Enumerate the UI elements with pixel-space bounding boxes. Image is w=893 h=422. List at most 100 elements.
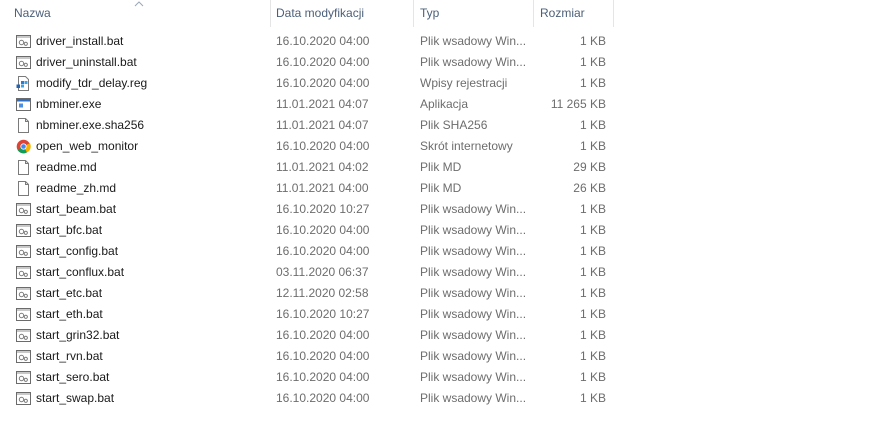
file-row[interactable]: nbminer.exe 11.01.2021 04:07 Aplikacja 11 2… — [0, 94, 620, 115]
column-header-size[interactable]: Rozmiar — [540, 0, 610, 27]
file-size: 1 KB — [579, 76, 606, 90]
file-row[interactable]: start_beam.bat 16.10.2020 10:27 Plik wsado… — [0, 199, 620, 220]
file-name: modify_tdr_delay.reg — [36, 76, 148, 90]
file-size: 29 KB — [573, 160, 606, 174]
file-size: 1 KB — [579, 328, 606, 342]
file-row[interactable]: start_bfc.bat 16.10.2020 04:00 Plik wsadow… — [0, 220, 620, 241]
file-size: 1 KB — [579, 391, 606, 405]
file-name: start_swap.bat — [36, 391, 115, 405]
file-date-modified: 12.11.2020 02:58 — [276, 286, 369, 300]
file-name: start_bfc.bat — [36, 223, 103, 237]
file-name: start_etc.bat — [36, 286, 103, 300]
column-divider[interactable] — [533, 0, 534, 27]
file-list: driver_install.bat 16.10.2020 04:00 Plik w… — [0, 31, 893, 409]
file-type: Plik wsadowy Win... — [420, 391, 527, 405]
file-name: start_beam.bat — [36, 202, 117, 216]
file-row[interactable]: readme.md 11.01.2021 04:02 Plik MD 29 KB — [0, 157, 620, 178]
file-row[interactable]: start_eth.bat 16.10.2020 10:27 Plik wsadow… — [0, 304, 620, 325]
file-row[interactable]: start_sero.bat 16.10.2020 04:00 Plik wsado… — [0, 367, 620, 388]
file-size: 1 KB — [579, 55, 606, 69]
application-icon — [16, 97, 31, 112]
batch-file-icon — [16, 265, 31, 280]
file-name: readme_zh.md — [36, 181, 117, 195]
file-row[interactable]: start_grin32.bat 16.10.2020 04:00 Plik wsa… — [0, 325, 620, 346]
batch-file-icon — [16, 244, 31, 259]
blank-file-icon — [16, 181, 31, 196]
column-header-name[interactable]: Nazwa — [14, 0, 268, 27]
batch-file-icon — [16, 328, 31, 343]
file-name: driver_install.bat — [36, 34, 124, 48]
file-row[interactable]: start_rvn.bat 16.10.2020 04:00 Plik wsadow… — [0, 346, 620, 367]
file-row[interactable]: nbminer.exe.sha256 11.01.2021 04:07 Plik S… — [0, 115, 620, 136]
file-row[interactable]: start_etc.bat 12.11.2020 02:58 Plik wsadow… — [0, 283, 620, 304]
file-type: Skrót internetowy — [420, 139, 513, 153]
file-size: 1 KB — [579, 307, 606, 321]
file-name: nbminer.exe.sha256 — [36, 118, 145, 132]
file-date-modified: 11.01.2021 04:07 — [276, 97, 369, 111]
batch-file-icon — [16, 307, 31, 322]
file-name: start_eth.bat — [36, 307, 103, 321]
file-row[interactable]: start_swap.bat 16.10.2020 04:00 Plik wsado… — [0, 388, 620, 409]
file-size: 1 KB — [579, 223, 606, 237]
column-header-date-modified[interactable]: Data modyfikacji — [276, 0, 406, 27]
column-divider[interactable] — [270, 0, 271, 27]
file-name: open_web_monitor — [36, 139, 139, 153]
file-date-modified: 16.10.2020 04:00 — [276, 223, 370, 237]
file-date-modified: 11.01.2021 04:07 — [276, 118, 369, 132]
file-type: Plik MD — [420, 160, 462, 174]
file-date-modified: 03.11.2020 06:37 — [276, 265, 369, 279]
file-row[interactable]: driver_install.bat 16.10.2020 04:00 Plik w… — [0, 31, 620, 52]
column-header-bar: Nazwa Data modyfikacji Typ Rozmiar — [0, 0, 893, 27]
batch-file-icon — [16, 202, 31, 217]
file-size: 1 KB — [579, 202, 606, 216]
file-type: Plik wsadowy Win... — [420, 55, 527, 69]
file-type: Plik wsadowy Win... — [420, 370, 527, 384]
registry-file-icon — [16, 76, 31, 91]
file-size: 1 KB — [579, 370, 606, 384]
file-row[interactable]: driver_uninstall.bat 16.10.2020 04:00 Plik… — [0, 52, 620, 73]
file-row[interactable]: start_config.bat 16.10.2020 04:00 Plik wsa… — [0, 241, 620, 262]
file-size: 1 KB — [579, 349, 606, 363]
column-header-type[interactable]: Typ — [420, 0, 530, 27]
blank-file-icon — [16, 118, 31, 133]
file-size: 1 KB — [579, 34, 606, 48]
file-type: Plik wsadowy Win... — [420, 34, 527, 48]
file-date-modified: 16.10.2020 10:27 — [276, 202, 370, 216]
file-date-modified: 16.10.2020 04:00 — [276, 244, 370, 258]
file-type: Plik SHA256 — [420, 118, 488, 132]
file-date-modified: 11.01.2021 04:02 — [276, 160, 369, 174]
batch-file-icon — [16, 370, 31, 385]
file-type: Plik wsadowy Win... — [420, 265, 527, 279]
file-type: Plik wsadowy Win... — [420, 223, 527, 237]
batch-file-icon — [16, 34, 31, 49]
file-size: 26 KB — [573, 181, 606, 195]
file-row[interactable]: start_conflux.bat 03.11.2020 06:37 Plik ws… — [0, 262, 620, 283]
file-date-modified: 16.10.2020 04:00 — [276, 76, 370, 90]
file-type: Plik wsadowy Win... — [420, 328, 527, 342]
file-date-modified: 16.10.2020 04:00 — [276, 370, 370, 384]
file-row[interactable]: readme_zh.md 11.01.2021 04:00 Plik MD 26 KB — [0, 178, 620, 199]
file-date-modified: 16.10.2020 04:00 — [276, 139, 370, 153]
file-type: Plik wsadowy Win... — [420, 244, 527, 258]
file-name: driver_uninstall.bat — [36, 55, 137, 69]
batch-file-icon — [16, 349, 31, 364]
file-type: Plik wsadowy Win... — [420, 202, 527, 216]
file-date-modified: 16.10.2020 04:00 — [276, 349, 370, 363]
file-date-modified: 16.10.2020 04:00 — [276, 34, 370, 48]
file-size: 1 KB — [579, 244, 606, 258]
blank-file-icon — [16, 160, 31, 175]
file-date-modified: 16.10.2020 04:00 — [276, 391, 370, 405]
file-row[interactable]: open_web_monitor 16.10.2020 04:00 Skrót in… — [0, 136, 620, 157]
file-type: Plik wsadowy Win... — [420, 286, 527, 300]
batch-file-icon — [16, 286, 31, 301]
file-type: Plik wsadowy Win... — [420, 349, 527, 363]
batch-file-icon — [16, 55, 31, 70]
file-date-modified: 16.10.2020 04:00 — [276, 55, 370, 69]
file-row[interactable]: modify_tdr_delay.reg 16.10.2020 04:00 Wpis… — [0, 73, 620, 94]
column-divider[interactable] — [613, 0, 614, 27]
column-divider[interactable] — [413, 0, 414, 27]
file-name: start_sero.bat — [36, 370, 110, 384]
file-name: start_config.bat — [36, 244, 119, 258]
file-type: Aplikacja — [420, 97, 469, 111]
file-name: nbminer.exe — [36, 97, 102, 111]
